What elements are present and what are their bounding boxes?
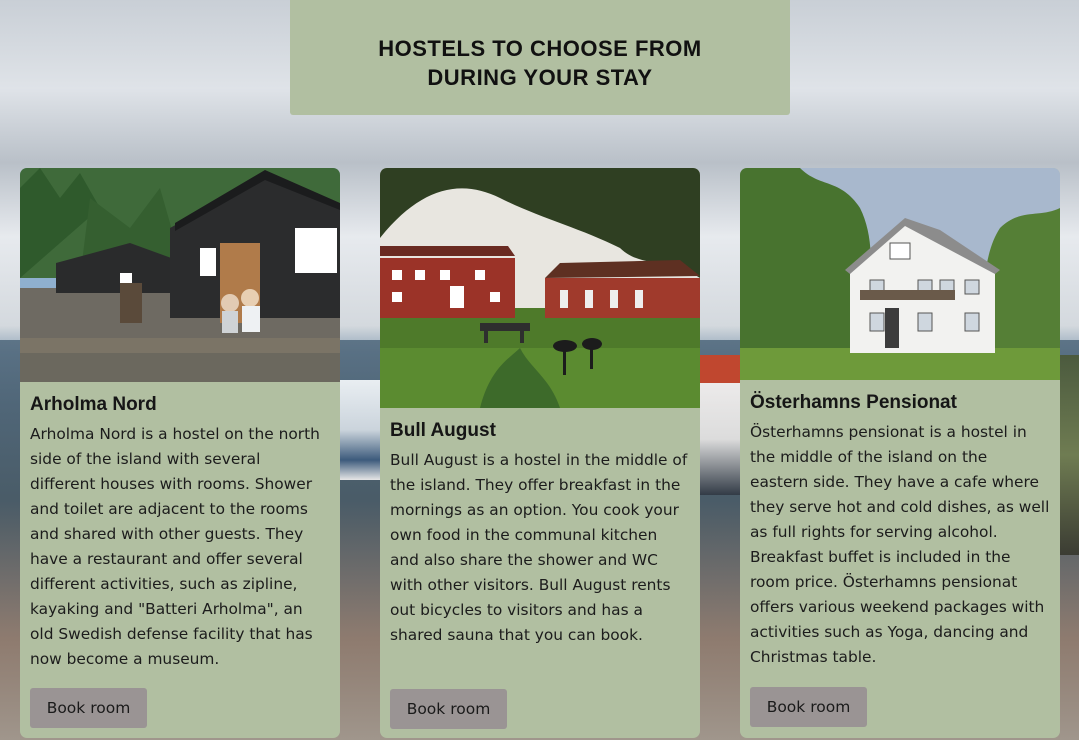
hostel-name: Arholma Nord bbox=[30, 394, 157, 415]
hostel-card-arholma-nord: Arholma Nord Arholma Nord is a hostel on… bbox=[20, 168, 340, 738]
hostel-card-osterhamns-pensionat: Österhamns Pensionat Österhamns pensiona… bbox=[740, 168, 1060, 738]
hostel-name: Österhamns Pensionat bbox=[750, 392, 957, 413]
hostel-name: Bull August bbox=[390, 420, 496, 441]
background-shore bbox=[1060, 355, 1079, 555]
hostel-description: Österhamns pensionat is a hostel in the … bbox=[750, 423, 1050, 666]
book-room-button[interactable]: Book room bbox=[390, 689, 507, 729]
book-room-button[interactable]: Book room bbox=[750, 687, 867, 727]
hostel-photo bbox=[20, 168, 340, 382]
hostel-image bbox=[380, 168, 700, 408]
hostel-card-bull-august: Bull August Bull August is a hostel in t… bbox=[380, 168, 700, 738]
hostel-photo bbox=[380, 168, 700, 408]
hostel-image bbox=[740, 168, 1060, 380]
hostel-description: Arholma Nord is a hostel on the north si… bbox=[30, 425, 320, 668]
hostel-description: Bull August is a hostel in the middle of… bbox=[390, 451, 688, 644]
hostel-photo bbox=[740, 168, 1060, 380]
page-title-box: HOSTELS TO CHOOSE FROM DURING YOUR STAY bbox=[290, 0, 790, 115]
page-title: HOSTELS TO CHOOSE FROM DURING YOUR STAY bbox=[378, 35, 702, 90]
book-room-button[interactable]: Book room bbox=[30, 688, 147, 728]
background-harbor-house bbox=[700, 355, 740, 495]
background-boats bbox=[340, 380, 380, 480]
hostel-image bbox=[20, 168, 340, 382]
